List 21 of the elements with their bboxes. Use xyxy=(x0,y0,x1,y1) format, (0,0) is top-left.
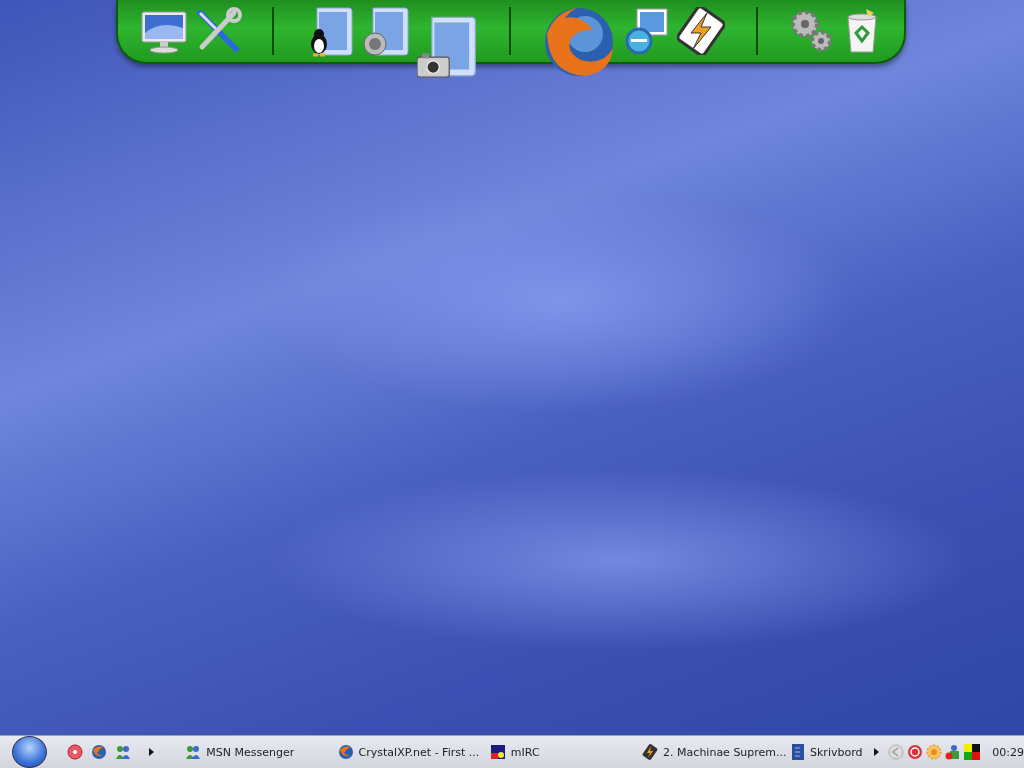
globe-icon[interactable] xyxy=(90,744,107,760)
buddies-icon[interactable] xyxy=(185,744,202,760)
expand-arrow-icon[interactable] xyxy=(874,748,881,756)
monitor-icon[interactable] xyxy=(140,8,188,54)
toolbar-label[interactable]: Skrivbord xyxy=(810,745,863,759)
speaker-folder-icon[interactable] xyxy=(360,4,411,58)
expand-arrow-icon[interactable] xyxy=(148,748,155,756)
taskbar-button[interactable]: 2. Machinae Suprem... xyxy=(640,740,793,764)
flag-icon[interactable] xyxy=(964,744,981,760)
lightning-icon xyxy=(642,744,659,760)
taskbar-button[interactable]: CrystalXP.net - First ... xyxy=(335,740,488,764)
globe-icon[interactable] xyxy=(337,744,354,760)
stop-icon[interactable] xyxy=(907,744,924,760)
taskbar-button[interactable]: mIRC xyxy=(487,740,641,764)
disc-icon[interactable] xyxy=(66,744,83,760)
network-user-icon[interactable] xyxy=(945,744,962,760)
clock: 00:29 xyxy=(992,745,1024,759)
wrench-and-screwdriver-icon[interactable] xyxy=(194,7,242,55)
start-button[interactable] xyxy=(12,736,47,768)
buddies-icon[interactable] xyxy=(114,744,131,760)
taskbar-button[interactable]: MSN Messenger xyxy=(183,740,336,764)
